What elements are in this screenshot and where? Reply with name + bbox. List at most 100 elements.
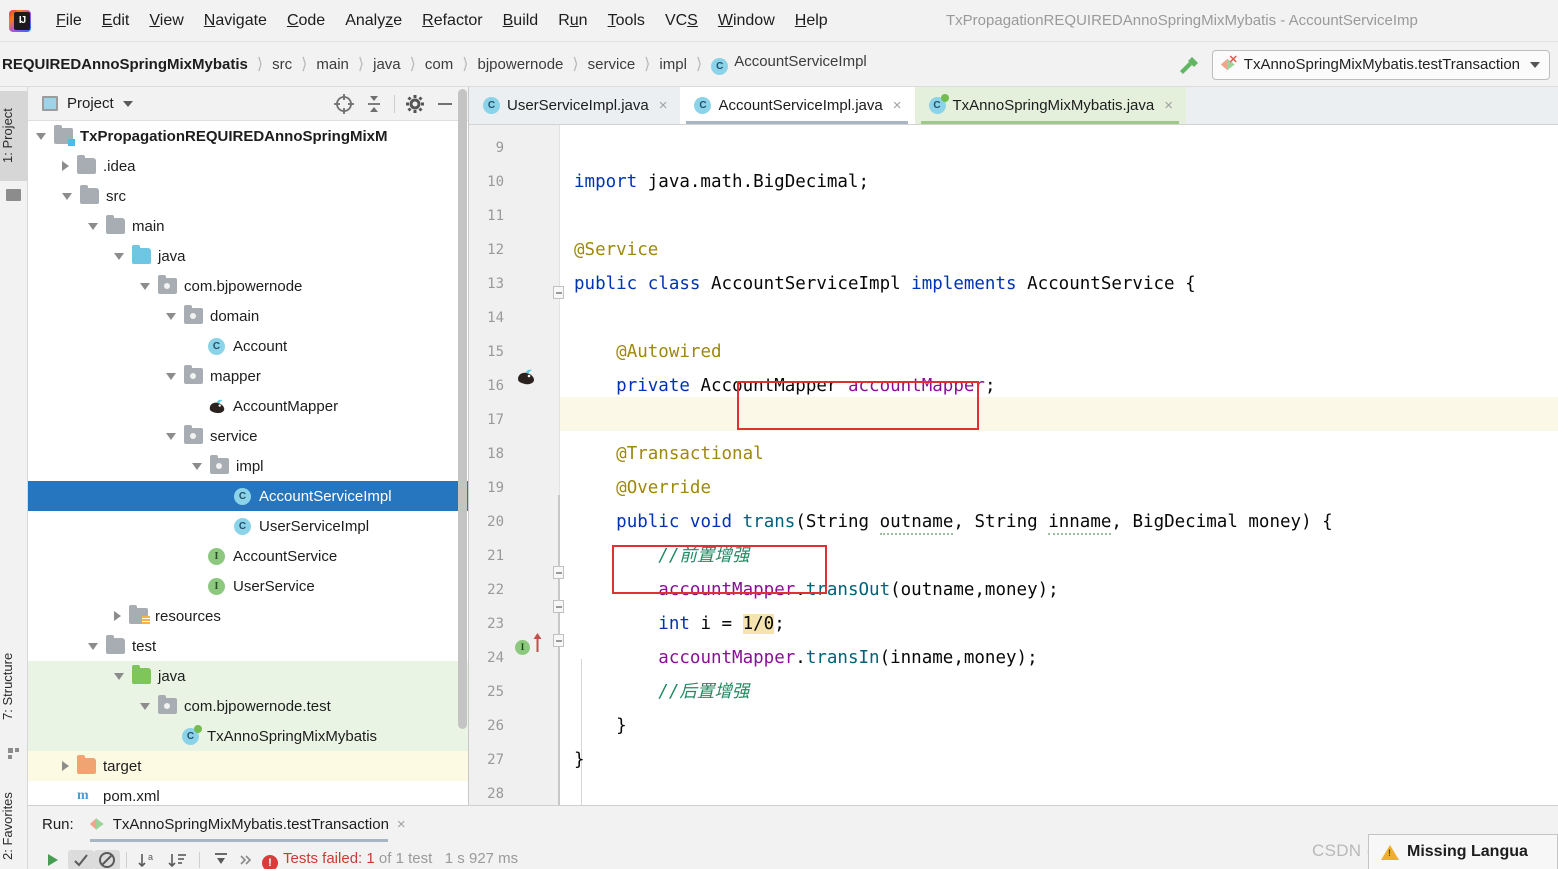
tree-node[interactable]: com.bjpowernode [28,271,468,301]
tree-node[interactable]: target [28,751,468,781]
chevron-down-icon[interactable] [166,372,176,380]
breadcrumb-separator: ⟩ [301,56,308,73]
menu-view[interactable]: View [139,8,193,34]
menu-help[interactable]: Help [785,8,838,34]
chevron-right-icon[interactable] [114,611,121,621]
tree-node[interactable]: C TxAnnoSpringMixMybatis [28,721,468,751]
tree-node[interactable]: java [28,241,468,271]
tree-node[interactable]: C UserServiceImpl [28,511,468,541]
sidebar-item-favorites[interactable]: 2: Favorites [0,771,28,869]
tree-node[interactable]: java [28,661,468,691]
tree-node[interactable]: service [28,421,468,451]
breadcrumb-item-impl[interactable]: impl [657,56,689,73]
tree-node[interactable]: domain [28,301,468,331]
chevron-down-icon[interactable] [36,132,46,140]
run-configuration-selector[interactable]: ✕ TxAnnoSpringMixMybatis.testTransaction [1211,49,1550,80]
menu-build[interactable]: Build [493,8,549,34]
sort-by-duration-icon[interactable] [163,850,193,869]
breadcrumb-item-class[interactable]: C AccountServiceImpl [709,53,869,75]
chevron-right-icon[interactable] [62,761,69,771]
mybatis-gutter-icon[interactable] [515,368,537,386]
close-icon[interactable]: × [659,97,668,114]
locate-icon[interactable] [329,90,359,118]
tree-node[interactable]: .idea [28,151,468,181]
chevron-down-icon[interactable] [62,192,72,200]
menu-code[interactable]: Code [277,8,335,34]
tree-node[interactable]: main [28,211,468,241]
tree-node[interactable]: C AccountServiceImpl [28,481,468,511]
tab-TxAnnoSpringMixMybatis[interactable]: C TxAnnoSpringMixMybatis.java × [914,87,1187,124]
editor-gutter[interactable]: 9 10 11 12 13 14 15 16 17 18 19 20 21 22 23 24 25 26 27 28 [469,125,560,805]
sidebar-item-structure[interactable]: 7: Structure [0,632,28,740]
menu-run[interactable]: Run [548,8,597,34]
breadcrumb-item-service[interactable]: service [586,56,638,73]
chevron-down-icon[interactable] [166,432,176,440]
close-icon[interactable]: × [1164,97,1173,114]
tree-node[interactable]: m pom.xml [28,781,468,805]
tree-node[interactable]: test [28,631,468,661]
run-tab[interactable]: TxAnnoSpringMixMybatis.testTransaction × [89,816,406,842]
tree-node[interactable]: com.bjpowernode.test [28,691,468,721]
tree-node[interactable]: I UserService [28,571,468,601]
chevron-down-icon[interactable] [88,642,98,650]
tree-node[interactable]: mapper [28,361,468,391]
sort-alphabetically-icon[interactable]: a [133,850,163,869]
run-test-gutter-icon[interactable]: I [515,640,530,655]
tree-node-label: Account [233,337,288,355]
missing-language-notification[interactable]: Missing Langua [1368,834,1558,869]
chevron-down-icon[interactable] [122,100,133,107]
close-icon[interactable]: × [893,97,902,114]
settings-gear-icon[interactable] [400,90,430,118]
chevron-down-icon[interactable] [114,672,124,680]
show-ignored-icon[interactable] [94,850,120,869]
project-tree-scrollbar[interactable] [458,89,467,729]
chevron-down-icon[interactable] [192,462,202,470]
menu-navigate[interactable]: Navigate [194,8,277,34]
chevron-down-icon[interactable] [166,312,176,320]
menu-file[interactable]: File [46,8,92,34]
chevron-right-icon[interactable] [62,161,69,171]
more-options-icon[interactable] [236,850,256,869]
hide-panel-icon[interactable] [430,90,460,118]
show-passed-icon[interactable] [68,850,94,869]
menu-window[interactable]: Window [708,8,785,34]
tree-node[interactable]: resources [28,601,468,631]
rerun-icon[interactable] [38,850,68,869]
close-icon[interactable]: × [397,816,406,833]
chevron-down-icon[interactable] [1530,61,1540,68]
tab-UserServiceImpl[interactable]: C UserServiceImpl.java × [469,87,680,124]
code-editor[interactable]: 9 10 11 12 13 14 15 16 17 18 19 20 21 22 23 24 25 26 27 28 … [469,125,1558,805]
build-hammer-icon[interactable] [1172,51,1202,79]
menu-vcs[interactable]: VCS [655,8,708,34]
tree-node[interactable]: TxPropagationREQUIREDAnnoSpringMixM [28,121,468,151]
chevron-down-icon[interactable] [88,222,98,230]
menu-edit[interactable]: Edit [92,8,140,34]
breadcrumb-item-src[interactable]: src [270,56,294,73]
tree-node[interactable]: AccountMapper [28,391,468,421]
intellij-idea-window: IJ File Edit View Navigate Code Analyze … [0,0,1558,869]
override-arrow-icon[interactable] [533,633,542,652]
breadcrumb-item-project[interactable]: REQUIREDAnnoSpringMixMybatis [0,56,250,73]
breadcrumb-item-com[interactable]: com [423,56,455,73]
menu-analyze[interactable]: Analyze [335,8,412,34]
sidebar-item-project[interactable]: 1: Project [0,91,28,181]
chevron-down-icon[interactable] [114,252,124,260]
menu-refactor[interactable]: Refactor [412,8,492,34]
collapse-all-icon[interactable] [206,850,236,869]
chevron-down-icon[interactable] [140,702,150,710]
tree-node[interactable]: impl [28,451,468,481]
tree-node[interactable]: C Account [28,331,468,361]
folder-icon [106,635,125,654]
tab-AccountServiceImpl[interactable]: C AccountServiceImpl.java × [680,87,915,124]
project-tree[interactable]: TxPropagationREQUIREDAnnoSpringMixM .idea… [28,121,468,805]
breadcrumb-item-bjpowernode[interactable]: bjpowernode [476,56,566,73]
tree-node[interactable]: I AccountService [28,541,468,571]
package-icon [210,455,229,474]
collapse-all-icon[interactable] [359,90,389,118]
chevron-down-icon[interactable] [140,282,150,290]
breadcrumb-item-java[interactable]: java [371,56,403,73]
line-number: 25 [487,684,504,700]
breadcrumb-item-main[interactable]: main [314,56,351,73]
menu-tools[interactable]: Tools [598,8,655,34]
tree-node[interactable]: src [28,181,468,211]
